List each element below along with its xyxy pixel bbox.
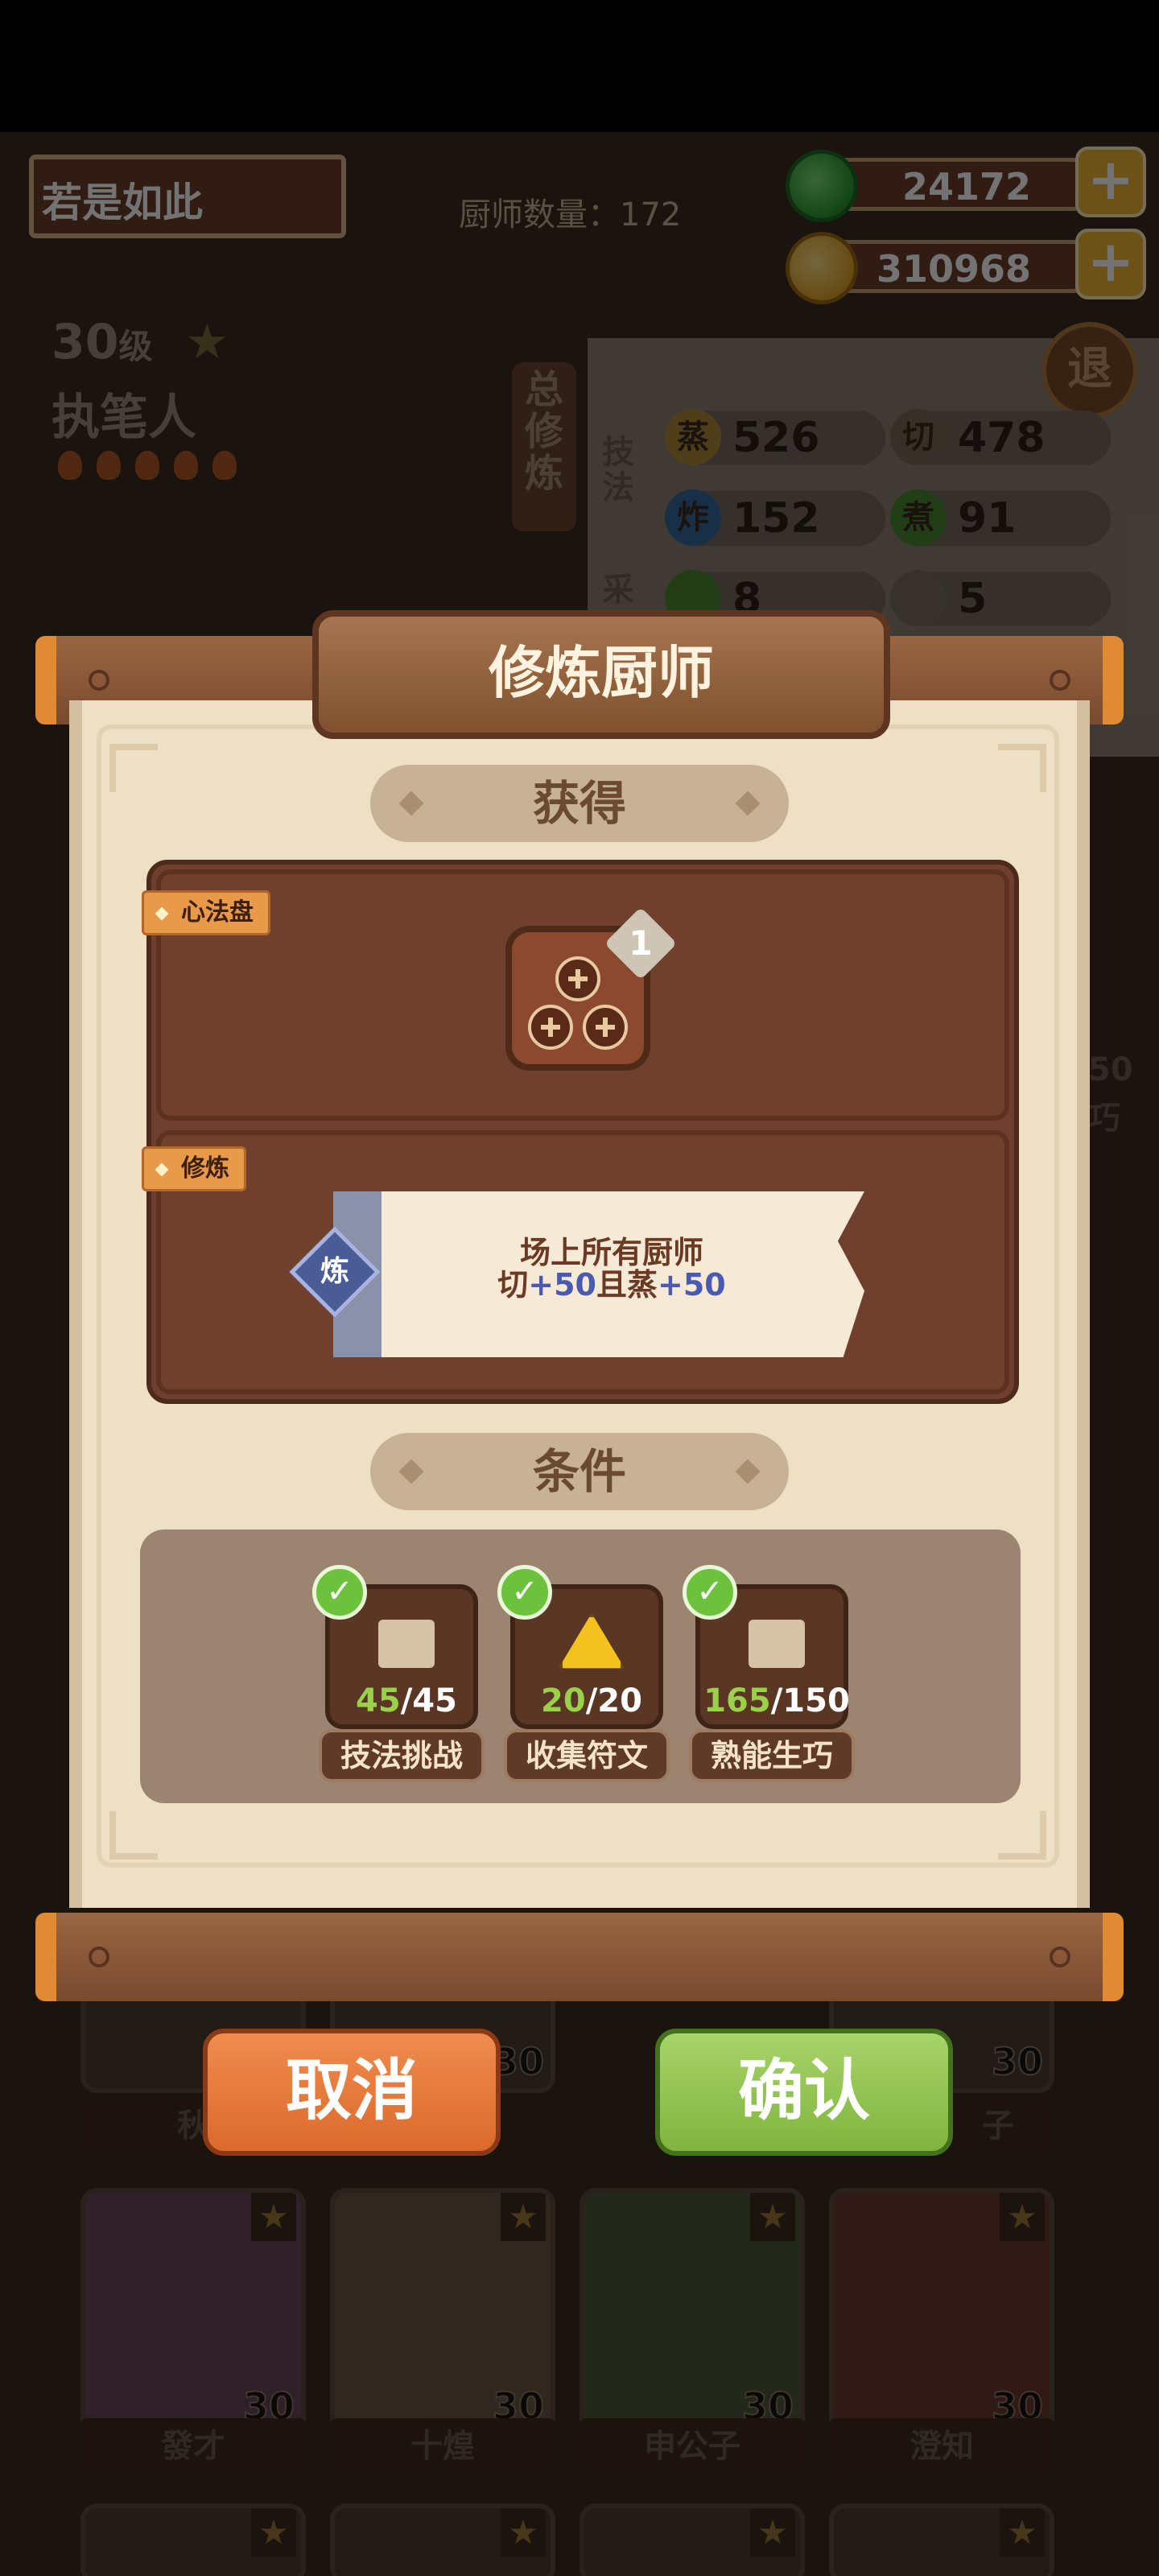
player-title: 执笔人 [52, 390, 196, 446]
star-icon: ★ [1000, 2193, 1045, 2241]
add-coins-button[interactable]: + [1075, 229, 1146, 299]
corner-ornament [109, 1811, 158, 1860]
condition-collect-runes[interactable]: ✓ 20/20 收集符文 [497, 1565, 670, 1782]
chef-card[interactable]: ★ [330, 2504, 555, 2576]
check-icon: ✓ [312, 1565, 367, 1620]
steam-skill-icon: 蒸 [665, 409, 721, 465]
chef-card[interactable]: ★ [580, 2504, 805, 2576]
fry-skill-icon: 炸 [665, 489, 721, 546]
scroll-bottom-rod [35, 1913, 1124, 2001]
star-icon: ★ [251, 2193, 296, 2241]
misc-icon [890, 570, 947, 626]
flame-icon [58, 451, 82, 480]
rune-icon [559, 1613, 625, 1669]
corner-ornament [998, 744, 1046, 792]
star-icon: ★ [501, 2508, 546, 2557]
star-icon: ★ [1000, 2508, 1045, 2557]
flame-icon [174, 451, 198, 480]
chef-card[interactable]: ★ [829, 2504, 1054, 2576]
chef-card[interactable]: ★ 30 [80, 2188, 306, 2438]
flame-icon [135, 451, 159, 480]
gain-header: 获得 [370, 765, 789, 842]
practice-tag: 修炼 [142, 1146, 246, 1191]
jade-icon [786, 150, 858, 222]
corner-ornament [109, 744, 158, 792]
player-name-box[interactable]: 若是如此 [29, 155, 346, 238]
player-name: 若是如此 [42, 180, 203, 226]
cancel-button[interactable]: 取消 [203, 2029, 501, 2156]
cut-skill-icon: 切 [890, 409, 947, 465]
partial-value: 50 [1088, 1051, 1133, 1088]
chef-card[interactable]: ★ 30 [829, 2188, 1054, 2438]
chef-name: 發才 [80, 2418, 306, 2475]
practice-badge-label: 炼 [320, 1255, 349, 1288]
player-level: 30级 ★ [52, 314, 229, 370]
chef-name: 澄知 [829, 2418, 1054, 2475]
coin-icon [786, 232, 858, 304]
condition-skill-challenge[interactable]: ✓ 45/45 技法挑战 [312, 1565, 485, 1782]
chef-card[interactable]: ★ 30 [330, 2188, 555, 2438]
xinfa-tag: 心法盘 [142, 890, 270, 935]
practice-description: 场上所有厨师 切+50且蒸+50 [497, 1235, 726, 1302]
chef-count: 厨师数量：172 [459, 196, 682, 233]
flame-icon [212, 451, 237, 480]
jade-amount: 24172 [901, 165, 1031, 208]
chef-card[interactable]: ★ 30 [580, 2188, 805, 2438]
total-practice-tab[interactable]: 总修炼 [512, 362, 576, 531]
star-icon: ★ [501, 2193, 546, 2241]
star-icon: ★ [750, 2508, 795, 2557]
chef-card[interactable]: ★ [80, 2504, 306, 2576]
tech-label: 技法 [602, 434, 634, 506]
add-jade-button[interactable]: + [1075, 147, 1146, 217]
condition-header: 条件 [370, 1433, 789, 1510]
check-icon: ✓ [683, 1565, 737, 1620]
flame-icon [97, 451, 121, 480]
check-icon: ✓ [497, 1565, 552, 1620]
confirm-button[interactable]: 确认 [655, 2029, 953, 2156]
xinfa-count: 1 [629, 923, 653, 963]
chef-name: 十煌 [330, 2418, 555, 2475]
condition-practice-makes-perfect[interactable]: ✓ 165/150 熟能生巧 [683, 1565, 855, 1782]
star-icon: ★ [750, 2193, 795, 2241]
star-icon: ★ [185, 314, 229, 370]
chef-name: 申公子 [580, 2418, 805, 2475]
coin-amount: 310968 [876, 247, 1031, 291]
collect-label: 采 [602, 572, 634, 609]
scroll-icon [749, 1620, 805, 1668]
modal-title: 修炼厨师 [312, 610, 890, 739]
partial-label: 巧 [1088, 1100, 1120, 1137]
scroll-icon [378, 1620, 435, 1668]
exit-button[interactable]: 退 [1041, 322, 1138, 419]
star-icon: ★ [251, 2508, 296, 2557]
corner-ornament [998, 1811, 1046, 1860]
boil-skill-icon: 煮 [890, 489, 947, 546]
